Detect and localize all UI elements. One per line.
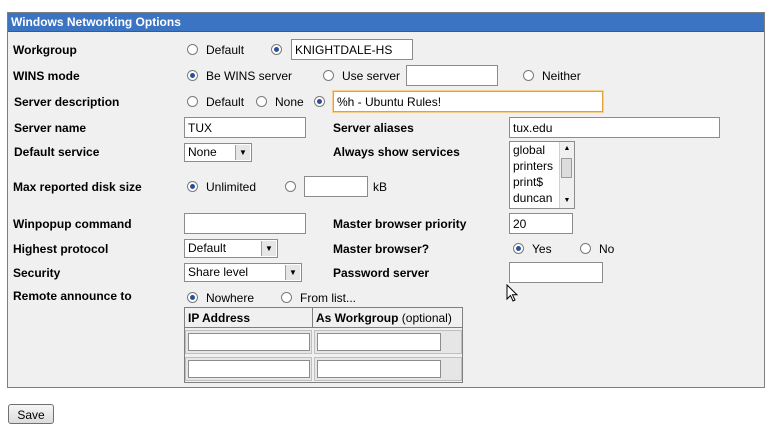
always-show-services-listbox[interactable]: global printers print$ duncan ▲ ▼ bbox=[509, 141, 575, 209]
workgroup-cell-input[interactable] bbox=[317, 360, 441, 378]
master-browser-no-label: No bbox=[599, 242, 615, 256]
master-browser-priority-label: Master browser priority bbox=[333, 217, 467, 231]
max-disk-size-input[interactable] bbox=[304, 176, 368, 197]
max-disk-custom-radio[interactable] bbox=[285, 181, 296, 192]
master-browser-yes-label: Yes bbox=[532, 242, 552, 256]
default-service-label: Default service bbox=[14, 145, 100, 159]
workgroup-input[interactable] bbox=[291, 39, 413, 60]
column-header-ip-address: IP Address bbox=[185, 308, 313, 328]
wins-be-server-radio[interactable] bbox=[187, 70, 198, 81]
remote-announce-fromlist-radio[interactable] bbox=[281, 292, 292, 303]
scroll-down-icon[interactable]: ▼ bbox=[560, 194, 574, 208]
table-row bbox=[314, 330, 462, 354]
server-name-label: Server name bbox=[14, 121, 87, 135]
chevron-down-icon[interactable]: ▼ bbox=[261, 241, 276, 256]
scroll-up-icon[interactable]: ▲ bbox=[560, 142, 574, 156]
workgroup-cell-input[interactable] bbox=[317, 333, 441, 351]
default-service-select[interactable]: None ▼ bbox=[184, 143, 252, 162]
table-row bbox=[185, 330, 312, 354]
wins-be-server-label: Be WINS server bbox=[206, 69, 293, 83]
chevron-down-icon[interactable]: ▼ bbox=[235, 145, 250, 160]
remote-announce-nowhere-label: Nowhere bbox=[206, 291, 255, 305]
column-header-as-workgroup: As Workgroup (optional) bbox=[313, 308, 462, 328]
optional-note: (optional) bbox=[401, 311, 452, 325]
server-aliases-input[interactable] bbox=[509, 117, 720, 138]
ip-address-header-text: IP Address bbox=[188, 311, 251, 325]
password-server-label: Password server bbox=[333, 266, 430, 280]
security-label: Security bbox=[13, 266, 61, 280]
ip-address-input[interactable] bbox=[188, 333, 310, 351]
remote-announce-label: Remote announce to bbox=[13, 289, 132, 303]
server-desc-default-radio[interactable] bbox=[187, 96, 198, 107]
master-browser-yes-radio[interactable] bbox=[513, 243, 524, 254]
workgroup-custom-radio[interactable] bbox=[271, 44, 282, 55]
workgroup-default-radio[interactable] bbox=[187, 44, 198, 55]
always-show-services-label: Always show services bbox=[333, 145, 460, 159]
highest-protocol-value: Default bbox=[188, 241, 227, 255]
wins-use-server-label: Use server bbox=[342, 69, 401, 83]
highest-protocol-select[interactable]: Default ▼ bbox=[184, 239, 278, 258]
workgroup-default-label: Default bbox=[206, 43, 245, 57]
table-row bbox=[185, 357, 312, 381]
remote-announce-nowhere-radio[interactable] bbox=[187, 292, 198, 303]
wins-server-input[interactable] bbox=[406, 65, 498, 86]
master-browser-priority-input[interactable] bbox=[509, 213, 573, 234]
ip-address-input[interactable] bbox=[188, 360, 310, 378]
wins-use-server-radio[interactable] bbox=[323, 70, 334, 81]
master-browser-label: Master browser? bbox=[333, 242, 430, 256]
security-select[interactable]: Share level ▼ bbox=[184, 263, 302, 282]
max-disk-unlimited-radio[interactable] bbox=[187, 181, 198, 192]
max-disk-size-label: Max reported disk size bbox=[13, 180, 142, 194]
server-desc-none-radio[interactable] bbox=[256, 96, 267, 107]
server-desc-custom-radio[interactable] bbox=[314, 96, 325, 107]
server-description-label: Server description bbox=[14, 95, 120, 109]
wins-neither-radio[interactable] bbox=[523, 70, 534, 81]
chevron-down-icon[interactable]: ▼ bbox=[285, 265, 300, 280]
remote-announce-table: IP Address As Workgroup (optional) bbox=[184, 307, 463, 383]
server-desc-none-label: None bbox=[275, 95, 304, 109]
password-server-input[interactable] bbox=[509, 262, 603, 283]
winpopup-command-input[interactable] bbox=[184, 213, 306, 234]
table-row bbox=[314, 357, 462, 381]
server-desc-default-label: Default bbox=[206, 95, 245, 109]
default-service-value: None bbox=[188, 145, 217, 159]
max-disk-unit: kB bbox=[373, 180, 388, 194]
highest-protocol-label: Highest protocol bbox=[13, 242, 109, 256]
master-browser-no-radio[interactable] bbox=[580, 243, 591, 254]
workgroup-label: Workgroup bbox=[13, 43, 77, 57]
as-workgroup-header-text: As Workgroup bbox=[316, 311, 399, 325]
max-disk-unlimited-label: Unlimited bbox=[206, 180, 257, 194]
winpopup-command-label: Winpopup command bbox=[13, 217, 132, 231]
server-aliases-label: Server aliases bbox=[333, 121, 414, 135]
security-value: Share level bbox=[188, 265, 249, 279]
windows-networking-panel: Windows Networking Options Workgroup Def… bbox=[7, 12, 765, 388]
scroll-thumb[interactable] bbox=[561, 158, 572, 178]
listbox-scrollbar[interactable]: ▲ ▼ bbox=[559, 142, 574, 208]
panel-title: Windows Networking Options bbox=[8, 13, 764, 32]
server-description-input[interactable] bbox=[333, 91, 603, 112]
mouse-pointer-icon bbox=[506, 284, 519, 302]
remote-announce-fromlist-label: From list... bbox=[300, 291, 356, 305]
wins-neither-label: Neither bbox=[542, 69, 581, 83]
server-name-input[interactable] bbox=[184, 117, 306, 138]
wins-mode-label: WINS mode bbox=[13, 69, 80, 83]
save-button[interactable]: Save bbox=[8, 404, 54, 424]
